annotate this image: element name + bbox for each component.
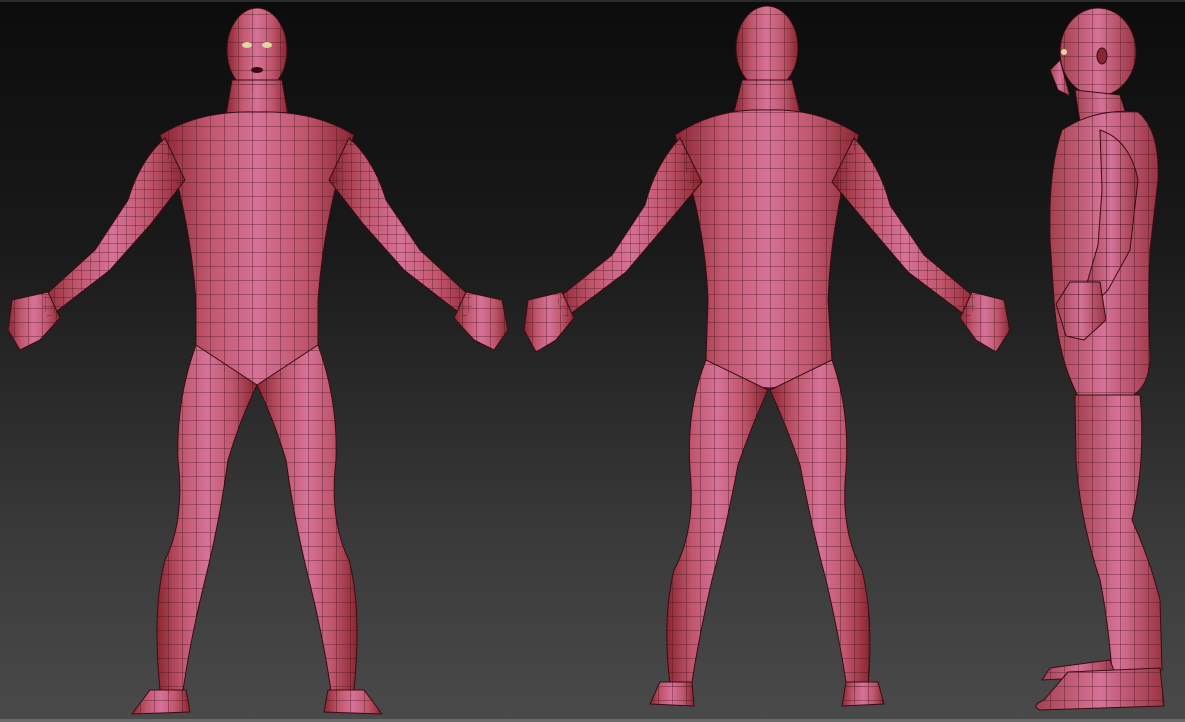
wireframe-overlay (1075, 395, 1162, 672)
back-figure[interactable] (523, 5, 1011, 707)
sculpt-viewport[interactable] (0, 0, 1185, 722)
wireframe-overlay (832, 138, 978, 318)
wireframe-overlay (257, 345, 358, 698)
model-views-canvas[interactable] (0, 0, 1185, 722)
wireframe-overlay (650, 682, 694, 706)
eye-left (242, 42, 252, 48)
mouth (251, 67, 263, 73)
wireframe-overlay (226, 80, 288, 115)
wireframe-overlay (40, 138, 185, 318)
wireframe-overlay (156, 345, 257, 698)
wireframe-overlay (736, 6, 798, 90)
wireframe-overlay (160, 111, 354, 385)
ear (1096, 47, 1108, 65)
wireframe-overlay (329, 138, 474, 318)
wireframe-overlay (454, 292, 508, 350)
eye-right (262, 42, 272, 48)
wireframe-overlay (770, 360, 870, 695)
wireframe-overlay (556, 138, 702, 318)
wireframe-overlay (227, 8, 287, 92)
wireframe-overlay (666, 360, 768, 695)
wireframe-overlay (734, 80, 800, 112)
side-figure[interactable] (1035, 7, 1165, 711)
wireframe-overlay (842, 682, 884, 706)
eye-side (1061, 49, 1067, 55)
front-figure[interactable] (7, 7, 509, 715)
